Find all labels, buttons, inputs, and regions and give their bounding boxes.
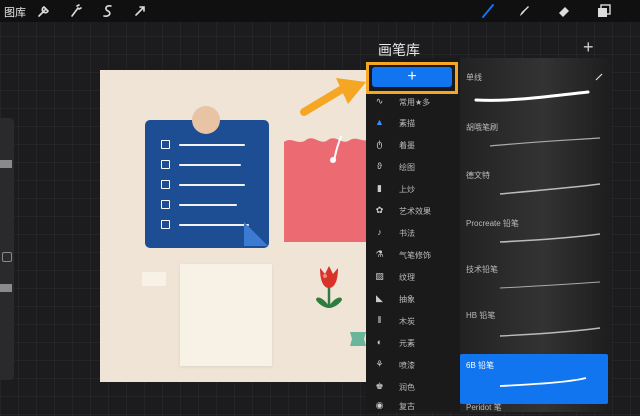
- adjustments-icon[interactable]: [68, 3, 84, 19]
- gallery-button[interactable]: 图库: [4, 4, 26, 20]
- brush-item[interactable]: HB 铅笔: [460, 304, 608, 354]
- brush-stroke-preview: [499, 183, 601, 195]
- ink-drop-icon: ტ: [376, 139, 383, 149]
- brush-item[interactable]: 胡哦笔刷: [460, 116, 608, 166]
- category-item[interactable]: ϑ 绘图: [370, 157, 460, 177]
- tulip-illustration: [316, 266, 342, 308]
- category-item[interactable]: ◐ 元素: [370, 333, 460, 353]
- brush-stroke-preview: [499, 281, 601, 289]
- category-item[interactable]: ▲ 素描: [370, 113, 460, 133]
- brush-stroke-preview: [499, 377, 587, 387]
- brush-item[interactable]: 德文特: [460, 164, 608, 214]
- opacity-slider[interactable]: [0, 284, 12, 292]
- brush-stroke-preview: [489, 137, 601, 147]
- tape-illustration: [350, 332, 366, 346]
- brush-stroke-preview: [499, 233, 601, 243]
- category-item[interactable]: ◣ 抽象: [370, 289, 460, 309]
- stroke-icon: ∿: [375, 96, 384, 106]
- category-item[interactable]: ⦀ 木炭: [370, 311, 460, 331]
- brush-stroke-preview: [499, 327, 601, 337]
- category-item[interactable]: ⚘ 喷漆: [370, 355, 460, 375]
- abstract-icon: ◣: [376, 293, 383, 303]
- actions-icon[interactable]: [36, 3, 52, 19]
- pointer-arrow-icon: [300, 78, 366, 116]
- charcoal-icon: ⦀: [377, 315, 382, 325]
- brush-stroke-preview: [474, 73, 603, 102]
- triangle-icon: ▲: [375, 117, 384, 127]
- calligraphy-icon: ♪: [377, 227, 382, 237]
- modify-button[interactable]: [2, 252, 12, 262]
- brush-item[interactable]: Peridot 笔: [460, 400, 608, 412]
- pink-card-illustration: [284, 136, 368, 242]
- touchup-icon: ♚: [375, 381, 384, 391]
- layers-icon[interactable]: [596, 3, 612, 19]
- brush-pen-icon: ▮: [377, 183, 382, 193]
- smudge-icon[interactable]: [516, 3, 532, 19]
- category-item[interactable]: ✿ 艺术效果: [370, 201, 460, 221]
- category-item[interactable]: ♚ 润色: [370, 377, 460, 397]
- small-card-illustration: [142, 272, 166, 286]
- category-item[interactable]: ▨ 纹理: [370, 267, 460, 287]
- spray-icon: ⚘: [375, 359, 384, 369]
- left-sidebar: [0, 118, 14, 380]
- eraser-icon[interactable]: [556, 3, 572, 19]
- texture-icon: ▨: [375, 271, 384, 281]
- sticky-note-illustration: [180, 264, 272, 366]
- category-item[interactable]: ▮ 上炒: [370, 179, 460, 199]
- pin-illustration: [192, 106, 220, 134]
- panel-title: 画笔库: [378, 42, 420, 58]
- palette-icon: ✿: [375, 205, 384, 215]
- brush-size-slider[interactable]: [0, 160, 12, 168]
- brush-item[interactable]: 技术铅笔: [460, 258, 608, 308]
- top-toolbar: 图库: [0, 0, 640, 22]
- add-brush-button[interactable]: +: [583, 36, 594, 58]
- category-item[interactable]: ◉ 复古: [370, 396, 460, 416]
- brush-item-selected[interactable]: 6B 铅笔: [460, 354, 608, 404]
- brush-item[interactable]: Procreate 铅笔: [460, 212, 608, 262]
- selection-icon[interactable]: [100, 3, 116, 19]
- page-curl: [244, 222, 268, 246]
- category-item[interactable]: ∿ 常用★多: [370, 92, 460, 112]
- new-brush-set-button[interactable]: +: [372, 67, 452, 87]
- category-item[interactable]: ⚗ 气笔修饰: [370, 245, 460, 265]
- airbrush-icon: ⚗: [375, 249, 384, 259]
- brush-icon[interactable]: [480, 3, 496, 19]
- category-item[interactable]: ♪ 书法: [370, 223, 460, 243]
- transform-icon[interactable]: [132, 3, 148, 19]
- retro-icon: ◉: [375, 400, 384, 410]
- swirl-icon: ϑ: [377, 161, 382, 171]
- category-item[interactable]: ტ 着墨: [370, 135, 460, 155]
- yin-yang-icon: ◐: [376, 337, 383, 347]
- brush-item[interactable]: 单线: [460, 66, 608, 116]
